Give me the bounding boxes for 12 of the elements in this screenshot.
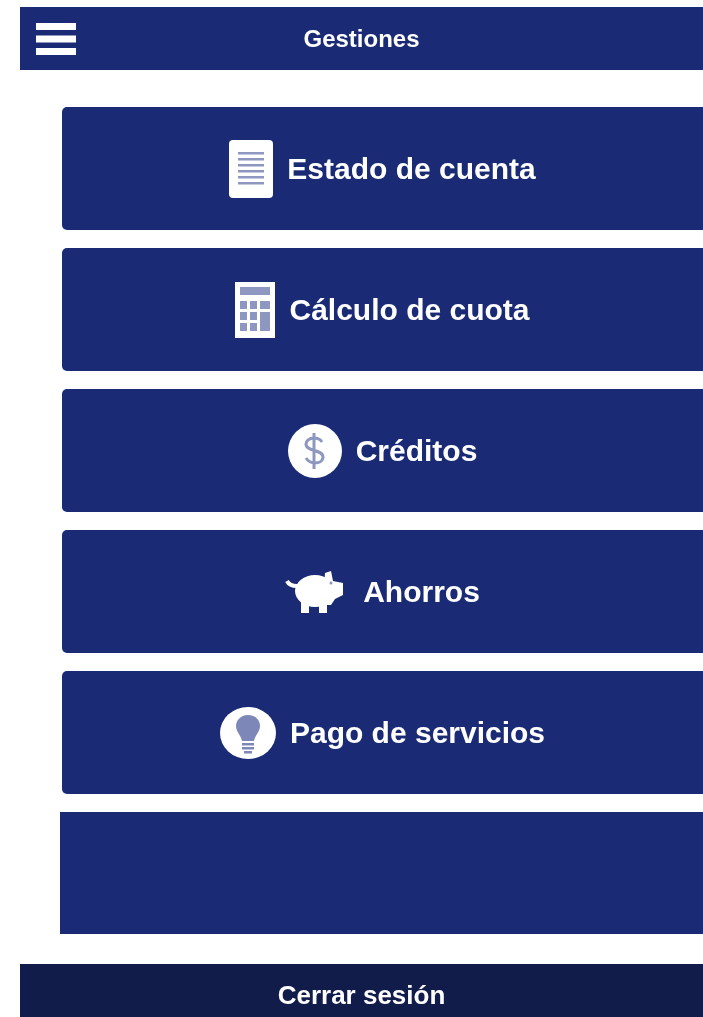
calculator-icon — [235, 281, 276, 338]
menu-icon[interactable] — [36, 22, 76, 55]
menu-button[interactable]: Créditos — [62, 389, 703, 512]
dollar-icon — [287, 423, 342, 478]
menu-button[interactable]: Estado de cuenta — [62, 107, 703, 230]
logout-button[interactable]: Cerrar sesión — [20, 964, 703, 1017]
menu-button[interactable]: Ahorros — [62, 530, 703, 653]
document-icon — [229, 139, 274, 198]
page-title: Gestiones — [302, 24, 421, 53]
menu-button[interactable]: Pago de servicios — [62, 671, 703, 794]
menu-button[interactable]: Cálculo de cuota — [62, 248, 703, 371]
lightbulb-icon — [219, 706, 276, 759]
